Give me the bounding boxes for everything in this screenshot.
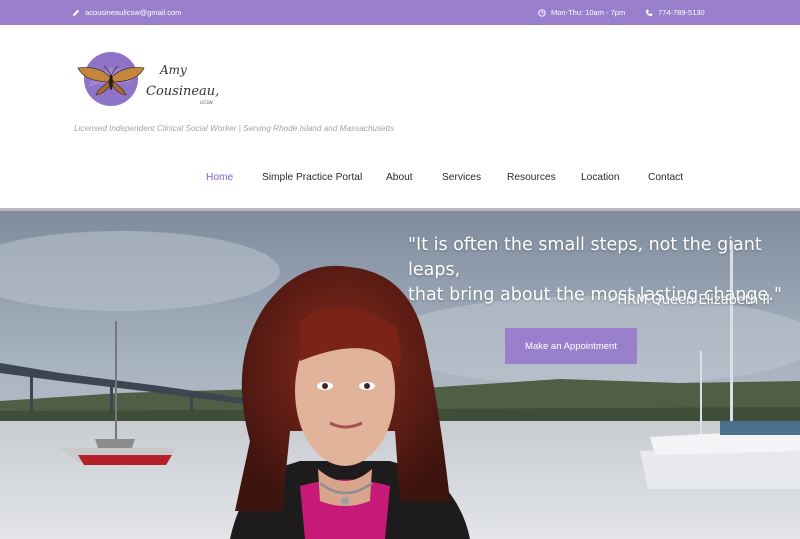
- phone-contact[interactable]: 774-789-5130: [645, 0, 705, 25]
- nav-item-resources[interactable]: Resources: [507, 172, 556, 183]
- site-tagline: Licensed Independent Clinical Social Wor…: [74, 124, 395, 133]
- logo-first-name: Amy: [159, 63, 187, 77]
- nav-item-about[interactable]: About: [386, 172, 413, 183]
- clock-icon: [538, 8, 546, 17]
- phone-text[interactable]: 774-789-5130: [658, 8, 705, 17]
- logo-credential: LICSW: [200, 100, 213, 105]
- hero-section: "It is often the small steps, not the gi…: [0, 211, 800, 539]
- nav-item-services[interactable]: Services: [442, 172, 481, 183]
- site-header: Amy Cousineau, LICSW Licensed Independen…: [0, 25, 800, 210]
- email-text[interactable]: acousineaulicsw@gmail.com: [85, 8, 181, 17]
- site-logo[interactable]: Amy Cousineau, LICSW: [74, 51, 224, 121]
- hours-text: Mon-Thu: 10am - 7pm: [551, 8, 626, 17]
- top-bar: acousineaulicsw@gmail.com Mon-Thu: 10am …: [0, 0, 800, 25]
- nav-item-simple-practice-portal[interactable]: Simple Practice Portal: [262, 172, 362, 183]
- hours-info: Mon-Thu: 10am - 7pm: [538, 0, 625, 25]
- quote-author: - HRM Queen Elizabeth II: [608, 293, 770, 308]
- nav-item-location[interactable]: Location: [581, 172, 620, 183]
- logo-last-name: Cousineau,: [146, 84, 219, 99]
- email-contact[interactable]: acousineaulicsw@gmail.com: [72, 0, 181, 25]
- make-appointment-button[interactable]: Make an Appointment: [505, 328, 637, 364]
- nav-item-contact[interactable]: Contact: [648, 172, 683, 183]
- quote-line-1: "It is often the small steps, not the gi…: [408, 235, 762, 280]
- pencil-icon: [72, 9, 80, 16]
- nav-item-home[interactable]: Home: [206, 172, 233, 183]
- main-nav: Home Simple Practice Portal About Servic…: [0, 172, 800, 192]
- phone-icon: [645, 9, 653, 16]
